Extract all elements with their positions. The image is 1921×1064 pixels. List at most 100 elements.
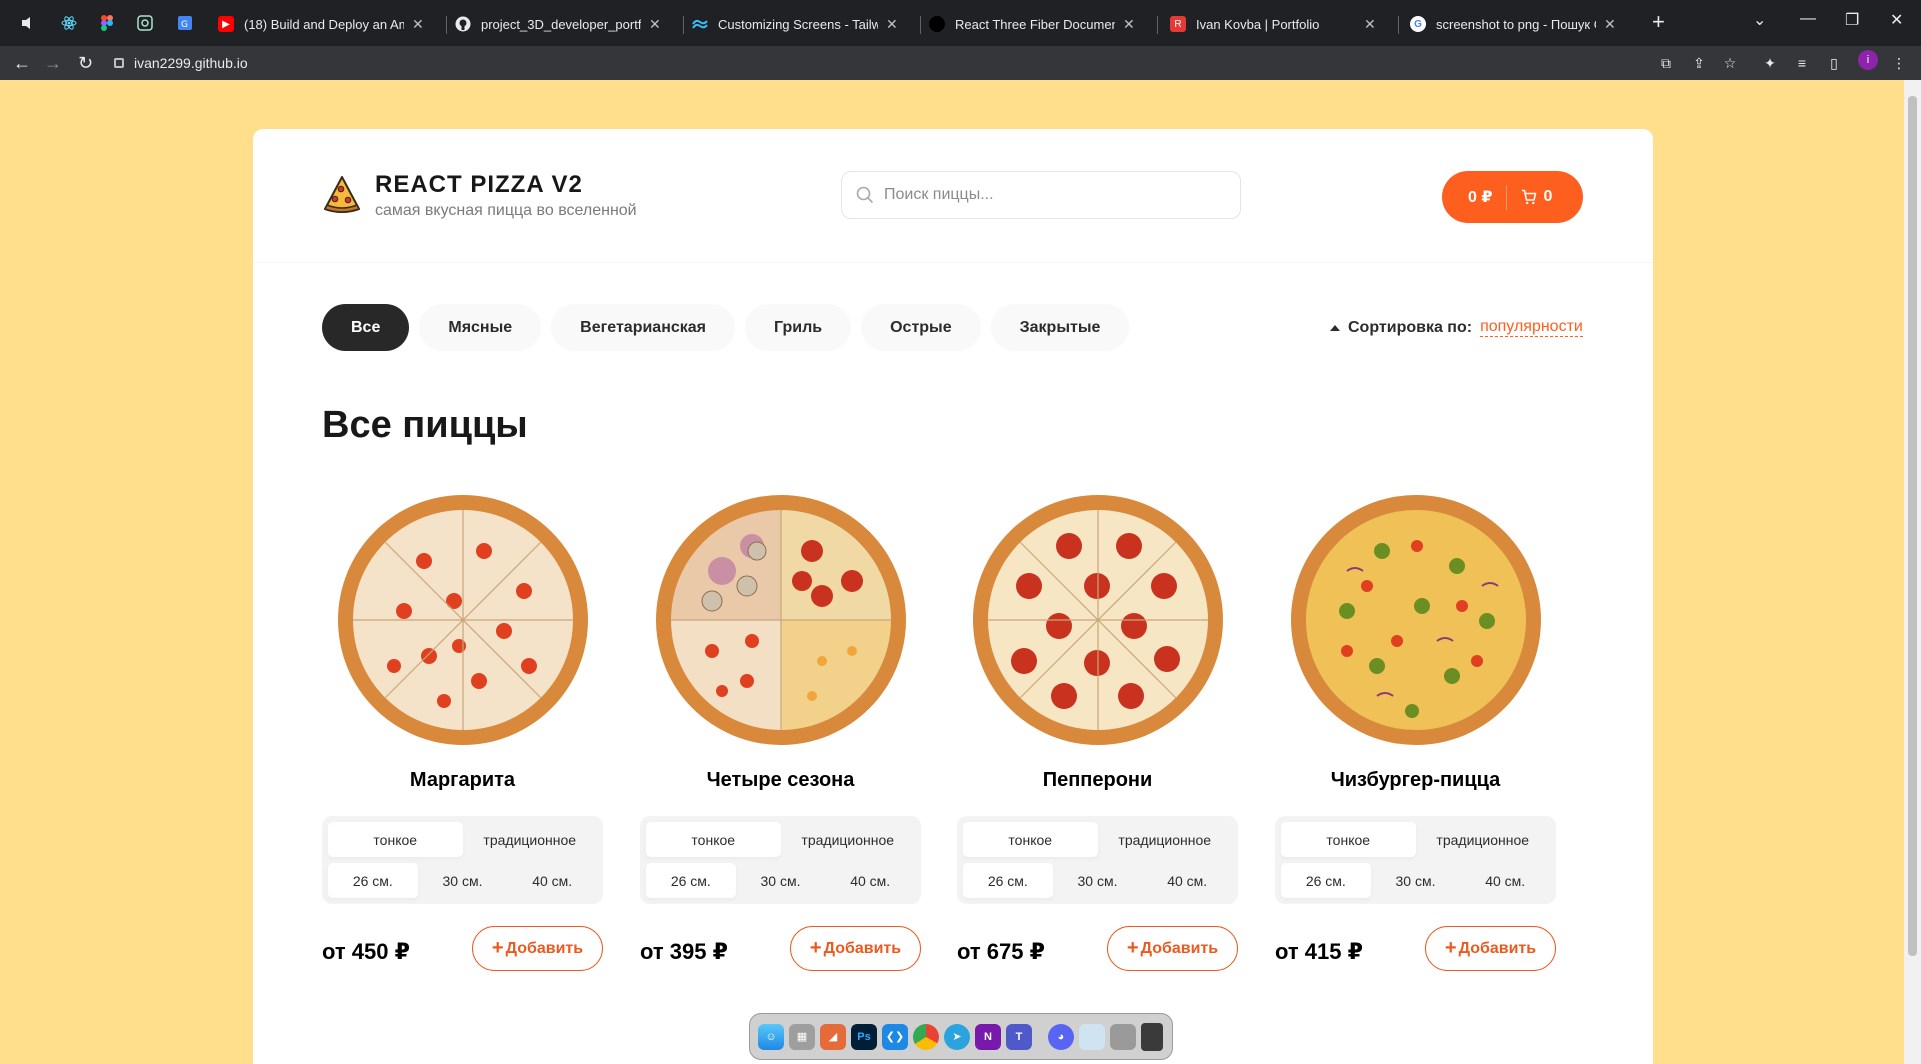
pizza-image-four-seasons[interactable]: [652, 491, 910, 749]
plus-icon: +: [809, 937, 822, 959]
dough-type-thin[interactable]: тонкое: [963, 822, 1098, 857]
tab-tailwind[interactable]: Customizing Screens - Tailwind C ✕: [680, 8, 921, 40]
dough-type-thin[interactable]: тонкое: [328, 822, 463, 857]
size-30[interactable]: 30 см.: [1053, 863, 1143, 898]
add-to-cart-button[interactable]: + Добавить: [1107, 926, 1238, 971]
app-dock: ☺ ▦ ◢ Ps ❮❯ ➤ N T ◕: [749, 1013, 1173, 1060]
dough-type-thin[interactable]: тонкое: [1281, 822, 1416, 857]
category-meat[interactable]: Мясные: [419, 304, 542, 351]
size-40[interactable]: 40 см.: [507, 863, 597, 898]
sort-dropdown-value[interactable]: популярности: [1480, 318, 1583, 337]
close-tab-icon[interactable]: ✕: [1364, 16, 1376, 33]
telegram-icon[interactable]: ➤: [944, 1023, 970, 1050]
translate-page-icon[interactable]: ⧉: [1657, 54, 1675, 72]
sort-arrow-icon[interactable]: [1330, 324, 1340, 331]
bookmark-star-icon[interactable]: ☆: [1721, 54, 1739, 72]
address-bar-row: ← → ↻ ivan2299.github.io ⧉ ⇪ ☆ ✦ ≡ ▯ ⋮: [0, 46, 1921, 80]
pizza-price: от 450 ₽: [322, 939, 410, 964]
dough-type-thin[interactable]: тонкое: [646, 822, 781, 857]
svg-text:G: G: [181, 20, 188, 30]
profile-avatar[interactable]: i: [1858, 50, 1878, 70]
translate-tab-icon[interactable]: G: [174, 12, 196, 34]
restore-button[interactable]: ❐: [1845, 10, 1859, 30]
search-box[interactable]: [841, 171, 1241, 219]
photoshop-icon[interactable]: Ps: [851, 1023, 877, 1050]
pizza-card: Маргарита тонкое традиционное 26 см. 30 …: [322, 491, 603, 971]
category-grill[interactable]: Гриль: [745, 304, 852, 351]
reload-button[interactable]: ↻: [78, 53, 93, 73]
tab-youtube[interactable]: ▶ (18) Build and Deploy an Amazing ✕: [206, 8, 447, 40]
close-tab-icon[interactable]: ✕: [1123, 16, 1135, 33]
tab-r3f[interactable]: React Three Fiber Documentation ✕: [917, 8, 1158, 40]
close-tab-icon[interactable]: ✕: [1604, 16, 1616, 33]
add-to-cart-button[interactable]: + Добавить: [1425, 926, 1556, 971]
trash-icon[interactable]: [1141, 1022, 1163, 1051]
dough-type-traditional[interactable]: традиционное: [1416, 822, 1551, 857]
tab-search-icon[interactable]: ⌄: [1753, 10, 1766, 30]
figma-tab-icon[interactable]: [96, 12, 118, 34]
size-26[interactable]: 26 см.: [646, 863, 736, 898]
minimize-button[interactable]: —: [1800, 10, 1816, 28]
close-tab-icon[interactable]: ✕: [412, 16, 424, 33]
forward-button[interactable]: →: [44, 53, 62, 73]
launchpad-icon[interactable]: ▦: [789, 1023, 815, 1050]
size-26[interactable]: 26 см.: [1281, 863, 1371, 898]
pizza-options: тонкое традиционное 26 см. 30 см. 40 см.: [322, 816, 603, 904]
affinity-icon[interactable]: ◢: [820, 1023, 846, 1050]
dough-type-traditional[interactable]: традиционное: [1098, 822, 1233, 857]
search-input[interactable]: [884, 186, 1214, 204]
onenote-icon[interactable]: N: [975, 1023, 1001, 1050]
menu-kebab-icon[interactable]: ⋮: [1890, 54, 1908, 72]
pizza-image-cheeseburger[interactable]: [1287, 491, 1545, 749]
vscode-icon[interactable]: ❮❯: [882, 1023, 908, 1050]
pizza-image-pepperoni[interactable]: [969, 491, 1227, 749]
close-window-button[interactable]: ✕: [1890, 10, 1903, 30]
size-40[interactable]: 40 см.: [825, 863, 915, 898]
media-control-icon[interactable]: [16, 12, 38, 34]
teams-icon[interactable]: T: [1006, 1023, 1032, 1050]
category-spicy[interactable]: Острые: [861, 304, 981, 351]
size-30[interactable]: 30 см.: [1371, 863, 1461, 898]
cart-button[interactable]: 0 ₽ 0: [1442, 171, 1583, 223]
add-to-cart-button[interactable]: + Добавить: [790, 926, 921, 971]
finder-icon[interactable]: ☺: [758, 1023, 784, 1050]
scrollbar-thumb[interactable]: [1908, 96, 1917, 956]
pizza-logo-icon[interactable]: [321, 173, 363, 215]
discord-icon[interactable]: ◕: [1048, 1023, 1074, 1050]
category-all[interactable]: Все: [322, 304, 410, 351]
category-vegetarian[interactable]: Вегетарианская: [551, 304, 736, 351]
chrome-icon[interactable]: [913, 1023, 939, 1050]
side-panel-icon[interactable]: ▯: [1825, 54, 1843, 72]
chatgpt-tab-icon[interactable]: [134, 12, 156, 34]
size-40[interactable]: 40 см.: [1460, 863, 1550, 898]
size-30[interactable]: 30 см.: [418, 863, 508, 898]
dock-small-icon[interactable]: [1110, 1023, 1136, 1050]
share-icon[interactable]: ⇪: [1690, 54, 1708, 72]
size-26[interactable]: 26 см.: [963, 863, 1053, 898]
preview-icon[interactable]: [1079, 1023, 1105, 1050]
media-queue-icon[interactable]: ≡: [1793, 54, 1811, 72]
dough-type-traditional[interactable]: традиционное: [781, 822, 916, 857]
pizza-image-margherita[interactable]: [334, 491, 592, 749]
tab-google[interactable]: G screenshot to png - Пошук Goog ✕: [1398, 8, 1638, 40]
add-to-cart-button[interactable]: + Добавить: [472, 926, 603, 971]
size-40[interactable]: 40 см.: [1142, 863, 1232, 898]
tab-github[interactable]: project_3D_developer_portfolio/ ✕: [443, 8, 684, 40]
lock-icon: [114, 58, 124, 68]
new-tab-button[interactable]: +: [1652, 11, 1665, 33]
extensions-icon[interactable]: ✦: [1761, 54, 1779, 72]
size-26[interactable]: 26 см.: [328, 863, 418, 898]
tab-portfolio[interactable]: R Ivan Kovba | Portfolio ✕: [1158, 8, 1399, 40]
plus-icon: +: [1126, 937, 1139, 959]
site-title[interactable]: REACT PIZZA V2: [375, 171, 583, 199]
close-tab-icon[interactable]: ✕: [886, 16, 898, 33]
portfolio-icon: R: [1170, 16, 1186, 32]
react-tab-icon[interactable]: [58, 12, 80, 34]
size-30[interactable]: 30 см.: [736, 863, 826, 898]
dough-type-traditional[interactable]: традиционное: [463, 822, 598, 857]
close-tab-icon[interactable]: ✕: [649, 16, 661, 33]
plus-icon: +: [491, 937, 504, 959]
back-button[interactable]: ←: [13, 53, 31, 73]
url-field[interactable]: ivan2299.github.io: [110, 52, 1560, 74]
category-closed[interactable]: Закрытые: [990, 304, 1130, 351]
